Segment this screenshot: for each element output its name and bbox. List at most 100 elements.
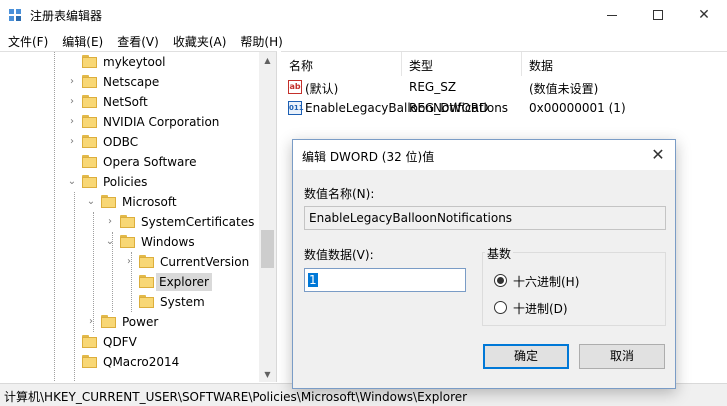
value-data: 0x00000001 (1): [529, 101, 626, 115]
column-header-type[interactable]: 类型: [409, 57, 433, 74]
list-row-default[interactable]: ab (默认) REG_SZ (数值未设置): [281, 77, 727, 98]
ok-button[interactable]: 确定: [483, 344, 569, 369]
folder-icon: [139, 275, 154, 288]
tree-item-label: System: [160, 295, 205, 309]
tree-item-system[interactable]: System: [0, 292, 259, 312]
tree-item-systemcertificates[interactable]: › SystemCertificates: [0, 212, 259, 232]
menu-view[interactable]: 查看(V): [109, 30, 165, 51]
expand-arrow-icon[interactable]: [123, 295, 135, 309]
edit-dword-dialog: 编辑 DWORD (32 位)值 ✕ 数值名称(N): EnableLegacy…: [292, 139, 676, 389]
dialog-close-icon[interactable]: ✕: [647, 144, 669, 166]
expand-arrow-icon[interactable]: [123, 275, 135, 289]
status-path: 计算机\HKEY_CURRENT_USER\SOFTWARE\Policies\…: [4, 390, 468, 404]
registry-tree: mykeytool › Netscape › NetSoft › NVIDIA …: [0, 51, 277, 382]
scroll-down-icon[interactable]: ▼: [259, 366, 276, 382]
tree-item-qdfv[interactable]: QDFV: [0, 332, 259, 352]
tree-item-label: Microsoft: [122, 195, 177, 209]
value-data-input[interactable]: 1: [304, 268, 466, 292]
tree-item-label: QMacro2014: [103, 355, 180, 369]
tree-item-qmacro2014[interactable]: QMacro2014: [0, 352, 259, 372]
folder-icon: [139, 255, 154, 268]
folder-icon: [120, 215, 135, 228]
list-row-enablelegacy[interactable]: 011 EnableLegacyBalloonNotifications REG…: [281, 98, 727, 119]
value-name-field: EnableLegacyBalloonNotifications: [304, 206, 666, 230]
tree-item-odbc[interactable]: › ODBC: [0, 132, 259, 152]
collapse-arrow-icon[interactable]: ⌄: [66, 175, 78, 189]
folder-icon: [82, 335, 97, 348]
maximize-icon: [653, 10, 663, 20]
expand-arrow-icon[interactable]: [66, 335, 78, 349]
tree-item-microsoft[interactable]: ⌄ Microsoft: [0, 192, 259, 212]
tree-item-windows[interactable]: ⌄ Windows: [0, 232, 259, 252]
expand-arrow-icon[interactable]: ›: [66, 135, 78, 149]
tree-item-label: NetSoft: [103, 95, 148, 109]
dialog-title-bar[interactable]: 编辑 DWORD (32 位)值 ✕: [293, 140, 675, 170]
tree-item-label: Explorer: [156, 273, 212, 291]
tree-item-label: Windows: [141, 235, 195, 249]
regedit-app-icon: [9, 9, 21, 21]
tree-item-label: CurrentVersion: [160, 255, 250, 269]
close-icon: ✕: [698, 7, 710, 23]
column-header-data[interactable]: 数据: [529, 57, 553, 74]
expand-arrow-icon[interactable]: ›: [123, 255, 135, 269]
tree-item-power[interactable]: › Power: [0, 312, 259, 332]
menu-help[interactable]: 帮助(H): [232, 30, 288, 51]
dword-value-icon: 011: [288, 101, 304, 115]
expand-arrow-icon[interactable]: [66, 155, 78, 169]
column-divider[interactable]: [521, 52, 522, 76]
window-title: 注册表编辑器: [30, 9, 103, 23]
menu-file[interactable]: 文件(F): [0, 30, 54, 51]
expand-arrow-icon[interactable]: ›: [104, 215, 116, 229]
radio-decimal[interactable]: [494, 301, 507, 314]
tree-item-label: Opera Software: [103, 155, 197, 169]
tree-item-label: Policies: [103, 175, 148, 189]
radio-decimal-label[interactable]: 十进制(D): [513, 300, 568, 317]
folder-icon: [139, 295, 154, 308]
folder-icon: [120, 235, 135, 248]
radio-hex-label[interactable]: 十六进制(H): [513, 273, 579, 290]
column-divider[interactable]: [401, 52, 402, 76]
tree-item-label: Power: [122, 315, 159, 329]
value-name: (默认): [305, 82, 339, 96]
tree-item-label: Netscape: [103, 75, 160, 89]
column-header-name[interactable]: 名称: [289, 57, 313, 74]
scroll-thumb[interactable]: [261, 230, 274, 268]
tree-item-netsoft[interactable]: › NetSoft: [0, 92, 259, 112]
expand-arrow-icon[interactable]: [66, 55, 78, 69]
string-value-icon: ab: [288, 80, 302, 94]
minimize-button[interactable]: [589, 0, 635, 30]
tree-item-currentversion[interactable]: › CurrentVersion: [0, 252, 259, 272]
value-data-text: 1: [308, 273, 318, 287]
close-button[interactable]: ✕: [681, 0, 727, 30]
tree-item-explorer[interactable]: Explorer: [0, 272, 259, 292]
minimize-icon: [607, 14, 617, 16]
radio-hex[interactable]: [494, 274, 507, 287]
maximize-button[interactable]: [635, 0, 681, 30]
expand-arrow-icon[interactable]: ›: [66, 75, 78, 89]
scroll-up-icon[interactable]: ▲: [259, 52, 276, 69]
title-bar: 注册表编辑器 ✕: [0, 0, 727, 30]
folder-icon: [82, 55, 97, 68]
collapse-arrow-icon[interactable]: ⌄: [104, 235, 116, 249]
menu-edit[interactable]: 编辑(E): [54, 30, 109, 51]
expand-arrow-icon[interactable]: ›: [66, 115, 78, 129]
value-data: (数值未设置): [529, 82, 599, 96]
menu-bar: 文件(F) 编辑(E) 查看(V) 收藏夹(A) 帮助(H): [0, 30, 727, 51]
tree-item-mykeytool[interactable]: mykeytool: [0, 52, 259, 72]
cancel-button[interactable]: 取消: [579, 344, 665, 369]
expand-arrow-icon[interactable]: ›: [66, 95, 78, 109]
tree-item-policies[interactable]: ⌄ Policies: [0, 172, 259, 192]
tree-item-label: mykeytool: [103, 55, 166, 69]
collapse-arrow-icon[interactable]: ⌄: [85, 195, 97, 209]
tree-item-netscape[interactable]: › Netscape: [0, 72, 259, 92]
tree-item-label: QDFV: [103, 335, 137, 349]
menu-favorites[interactable]: 收藏夹(A): [165, 30, 233, 51]
tree-item-nvidia[interactable]: › NVIDIA Corporation: [0, 112, 259, 132]
folder-icon: [82, 355, 97, 368]
tree-item-opera-software[interactable]: Opera Software: [0, 152, 259, 172]
expand-arrow-icon[interactable]: ›: [85, 315, 97, 329]
tree-scrollbar[interactable]: ▲ ▼: [259, 52, 276, 382]
folder-icon: [82, 155, 97, 168]
expand-arrow-icon[interactable]: [66, 355, 78, 369]
tree-item-label: SystemCertificates: [141, 215, 255, 229]
